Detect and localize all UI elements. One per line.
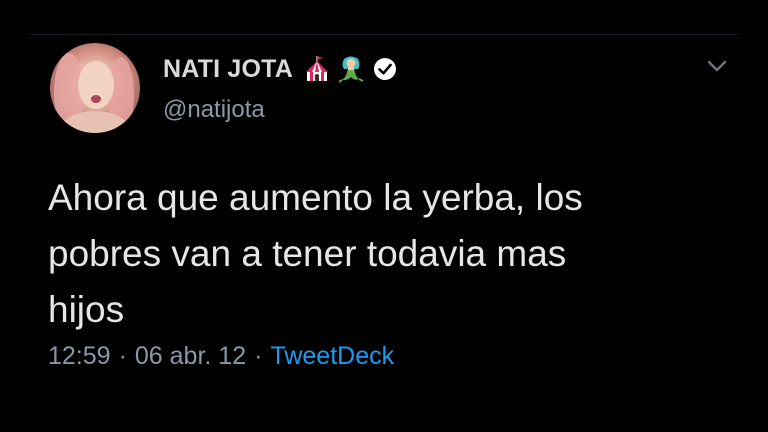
verified-badge-icon <box>374 58 397 80</box>
meta-separator: · <box>254 342 263 370</box>
avatar-mouth <box>91 95 101 103</box>
tweet-date[interactable]: 06 abr. 12 <box>135 342 246 371</box>
tweet-text: Ahora que aumento la yerba, los pobres v… <box>48 177 583 330</box>
circus-tent-icon <box>306 56 329 81</box>
tweet-time[interactable]: 12:59 <box>48 342 111 371</box>
tweet-source-link[interactable]: TweetDeck <box>270 342 394 371</box>
author-handle[interactable]: @natijota <box>163 96 265 124</box>
author-display-name[interactable]: NATI JOTA <box>163 55 293 84</box>
chevron-down-icon[interactable] <box>706 58 728 74</box>
author-name-row[interactable]: NATI JOTA <box>163 52 399 86</box>
mermaid-icon <box>338 56 364 83</box>
tweet-meta: 12:59 · 06 abr. 12 · TweetDeck <box>48 342 394 371</box>
avatar[interactable] <box>50 43 140 133</box>
meta-separator: · <box>118 342 127 370</box>
top-divider <box>30 34 738 35</box>
